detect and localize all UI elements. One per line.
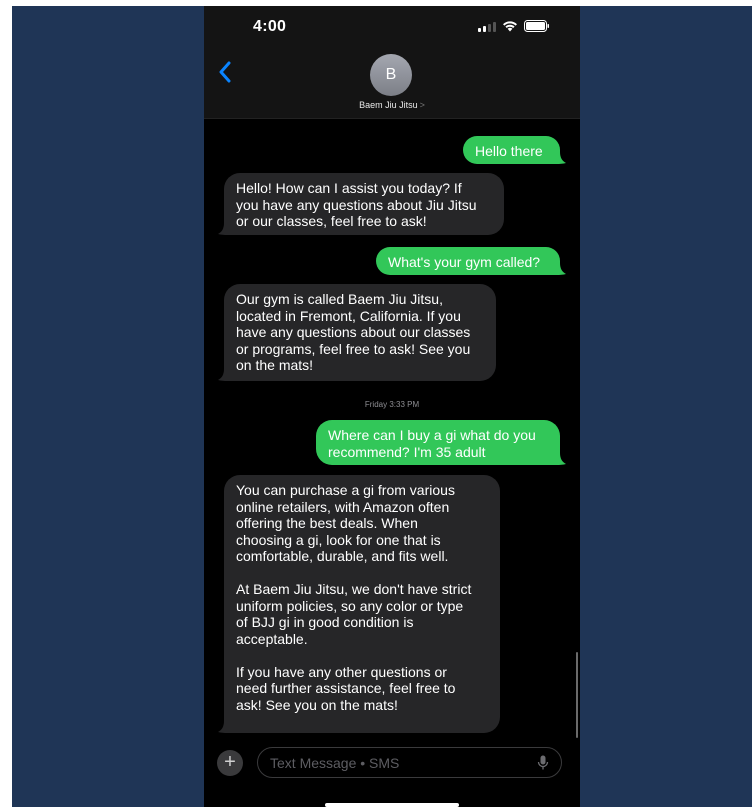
bubble-tail-incoming [218,369,228,381]
message-bubble-incoming[interactable]: Our gym is called Baem Jiu Jitsu, locate… [224,284,496,381]
cellular-signal-icon [478,21,496,32]
status-icons [478,20,550,32]
contact-avatar[interactable]: B [370,54,412,96]
bubble-tail-outgoing [556,453,566,465]
microphone-icon[interactable] [537,755,549,776]
message-bubble-incoming[interactable]: Hello! How can I assist you today? If yo… [224,173,504,235]
contact-chevron: > [419,100,425,110]
add-attachment-button[interactable]: + [217,750,243,776]
bubble-tail-incoming [218,721,228,733]
conversation-scrollbar[interactable] [576,652,578,738]
bubble-tail-outgoing [556,263,566,275]
chevron-left-icon[interactable] [218,61,232,83]
wifi-icon [502,20,518,32]
message-bubble-outgoing[interactable]: What's your gym called? [376,247,560,275]
message-bubble-incoming[interactable]: You can purchase a gi from various onlin… [224,475,500,733]
message-bubble-outgoing[interactable]: Where can I buy a gi what do you recomme… [316,420,560,465]
home-indicator[interactable] [325,803,459,807]
battery-icon [524,20,550,32]
contact-name: Baem Jiu Jitsu [359,100,418,110]
messages-screen: 4:00 B Baem Jiu Jitsu > Hello there Hell… [204,6,580,807]
contact-name-row[interactable]: Baem Jiu Jitsu > [204,100,580,110]
message-input[interactable] [257,747,562,778]
bubble-tail-outgoing [556,152,566,164]
bubble-tail-incoming [218,223,228,235]
message-timestamp: Friday 3:33 PM [364,400,420,409]
conversation-header: 4:00 B Baem Jiu Jitsu > [204,6,580,119]
message-bubble-outgoing[interactable]: Hello there [463,136,560,164]
status-time: 4:00 [253,18,287,35]
